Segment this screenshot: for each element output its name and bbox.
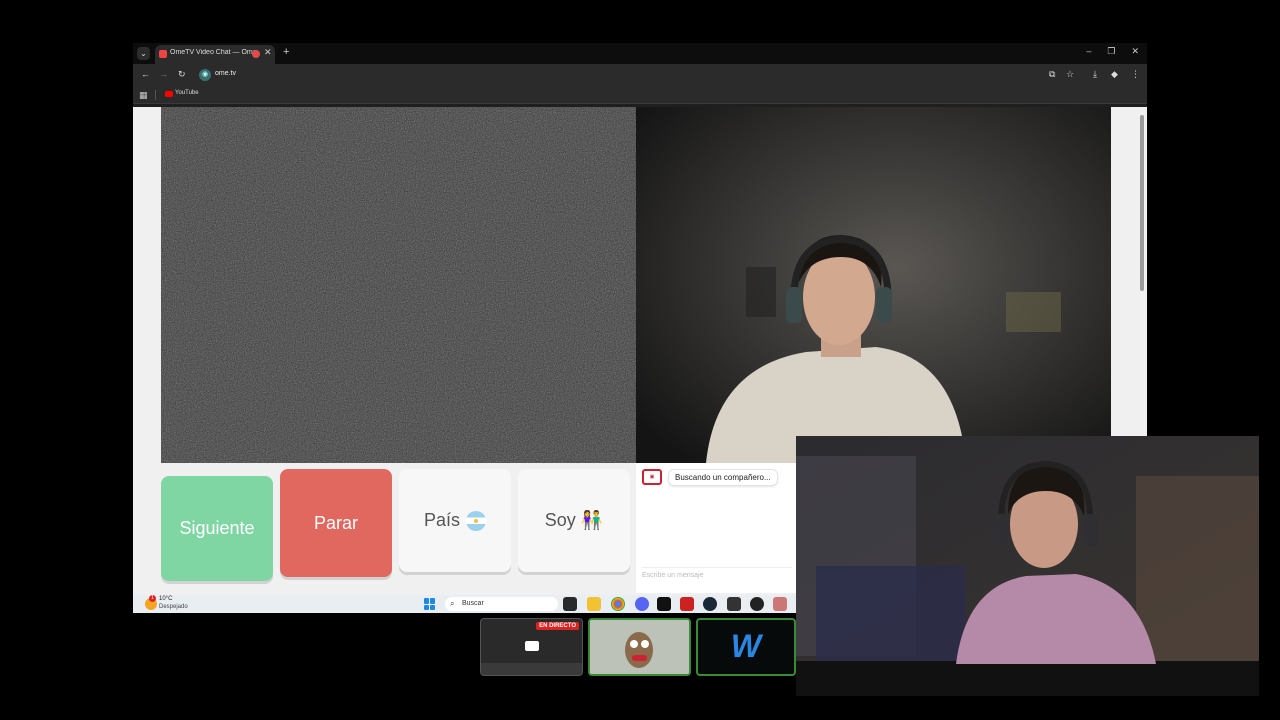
game-app-icon[interactable]	[680, 597, 694, 611]
reload-icon[interactable]: ↻	[178, 69, 186, 80]
static-noise-image	[161, 107, 636, 463]
gender-label: Soy	[544, 510, 576, 530]
site-info-icon[interactable]: ◉	[199, 69, 211, 81]
discord-icon[interactable]	[635, 597, 649, 611]
next-button[interactable]: Siguiente	[161, 476, 273, 581]
live-badge: EN DIRECTO	[536, 622, 579, 630]
bookmark-youtube[interactable]: YouTube	[175, 90, 199, 96]
ometv-logo-icon: ▣	[642, 469, 662, 485]
file-explorer-icon[interactable]	[587, 597, 601, 611]
search-icon: ⌕	[450, 599, 455, 608]
youtube-icon[interactable]	[165, 91, 173, 97]
url-text: ome.tv	[215, 70, 237, 77]
windows-start-icon[interactable]	[424, 598, 436, 610]
taskbar-search[interactable]: ⌕ Buscar	[445, 597, 558, 611]
address-bar[interactable]: ◉ ome.tv	[197, 67, 1077, 83]
apps-grid-icon[interactable]: ▦	[139, 90, 148, 101]
gender-button[interactable]: Soy 👫	[518, 469, 630, 572]
argentina-flag-icon	[466, 511, 487, 532]
weather-alert-badge: 1	[149, 595, 156, 602]
obs-icon[interactable]	[750, 597, 764, 611]
self-camera-video	[636, 107, 1111, 463]
stop-button[interactable]: Parar	[280, 469, 392, 577]
screen-icon	[525, 641, 539, 651]
chat-controls: Siguiente Parar País Soy 👫	[161, 463, 636, 593]
character-face-image	[590, 620, 689, 674]
character-thumbnail[interactable]	[588, 618, 691, 676]
chat-panel: ▣ Buscando un compañero... Escribe un me…	[636, 463, 796, 593]
new-tab-icon[interactable]: +	[283, 46, 289, 58]
task-view-icon[interactable]	[563, 597, 577, 611]
menu-icon[interactable]: ⋮	[1131, 69, 1140, 80]
w-logo: W	[730, 628, 762, 664]
forward-icon[interactable]: →	[159, 69, 168, 79]
self-camera-person-image	[636, 107, 1111, 463]
ometv-favicon-icon	[159, 50, 167, 58]
recording-icon	[252, 50, 260, 58]
bookmarks-divider	[155, 90, 156, 100]
tab-ometv[interactable]: OmeTV Video Chat — Ome ✕	[155, 45, 275, 64]
tab-title: OmeTV Video Chat — Ome	[170, 49, 255, 56]
window-controls: – ❐ ✕	[1086, 46, 1139, 57]
country-label: País	[423, 510, 461, 530]
chat-status-message: Buscando un compañero...	[668, 469, 778, 486]
epic-games-icon[interactable]	[727, 597, 741, 611]
message-input[interactable]: Escribe un mensaje	[642, 567, 792, 581]
stream-thumbnail[interactable]: EN DIRECTO	[480, 618, 583, 676]
tab-bar: ⌄ OmeTV Video Chat — Ome ✕ + – ❐ ✕	[133, 43, 1147, 64]
streamer-facecam	[796, 436, 1259, 696]
thumbnail-preview	[481, 663, 582, 675]
tab-close-icon[interactable]: ✕	[264, 47, 272, 58]
browser-toolbar: ← → ↻ ◉ ome.tv ⧉ ☆ ⤓ ◆ ⋮	[133, 64, 1147, 86]
minimize-icon[interactable]: –	[1086, 46, 1091, 57]
w-logo-thumbnail[interactable]: W	[696, 618, 796, 676]
tab-search-icon[interactable]: ⌄	[137, 47, 150, 60]
couple-icon: 👫	[580, 510, 604, 530]
weather-temperature[interactable]: 10°C	[159, 596, 172, 602]
restore-icon[interactable]: ❐	[1107, 46, 1115, 57]
bookmark-star-icon[interactable]: ☆	[1066, 69, 1074, 80]
active-app-icon[interactable]	[773, 597, 787, 611]
bookmarks-bar: ▦ YouTube	[133, 86, 1147, 104]
back-icon[interactable]: ←	[141, 69, 150, 79]
terminal-icon[interactable]	[657, 597, 671, 611]
country-button[interactable]: País	[399, 469, 511, 572]
extension-icon[interactable]: ◆	[1111, 69, 1118, 80]
search-placeholder: Buscar	[462, 600, 484, 607]
weather-description[interactable]: Despejado	[159, 604, 188, 610]
cast-icon[interactable]: ⧉	[1049, 69, 1055, 80]
scrollbar-thumb[interactable]	[1140, 115, 1144, 291]
steam-icon[interactable]	[703, 597, 717, 611]
window-close-icon[interactable]: ✕	[1131, 46, 1139, 57]
streamer-person-image	[796, 436, 1259, 696]
partner-video-static	[161, 107, 636, 463]
chrome-icon[interactable]	[611, 597, 625, 611]
download-icon[interactable]: ⤓	[1093, 69, 1097, 80]
